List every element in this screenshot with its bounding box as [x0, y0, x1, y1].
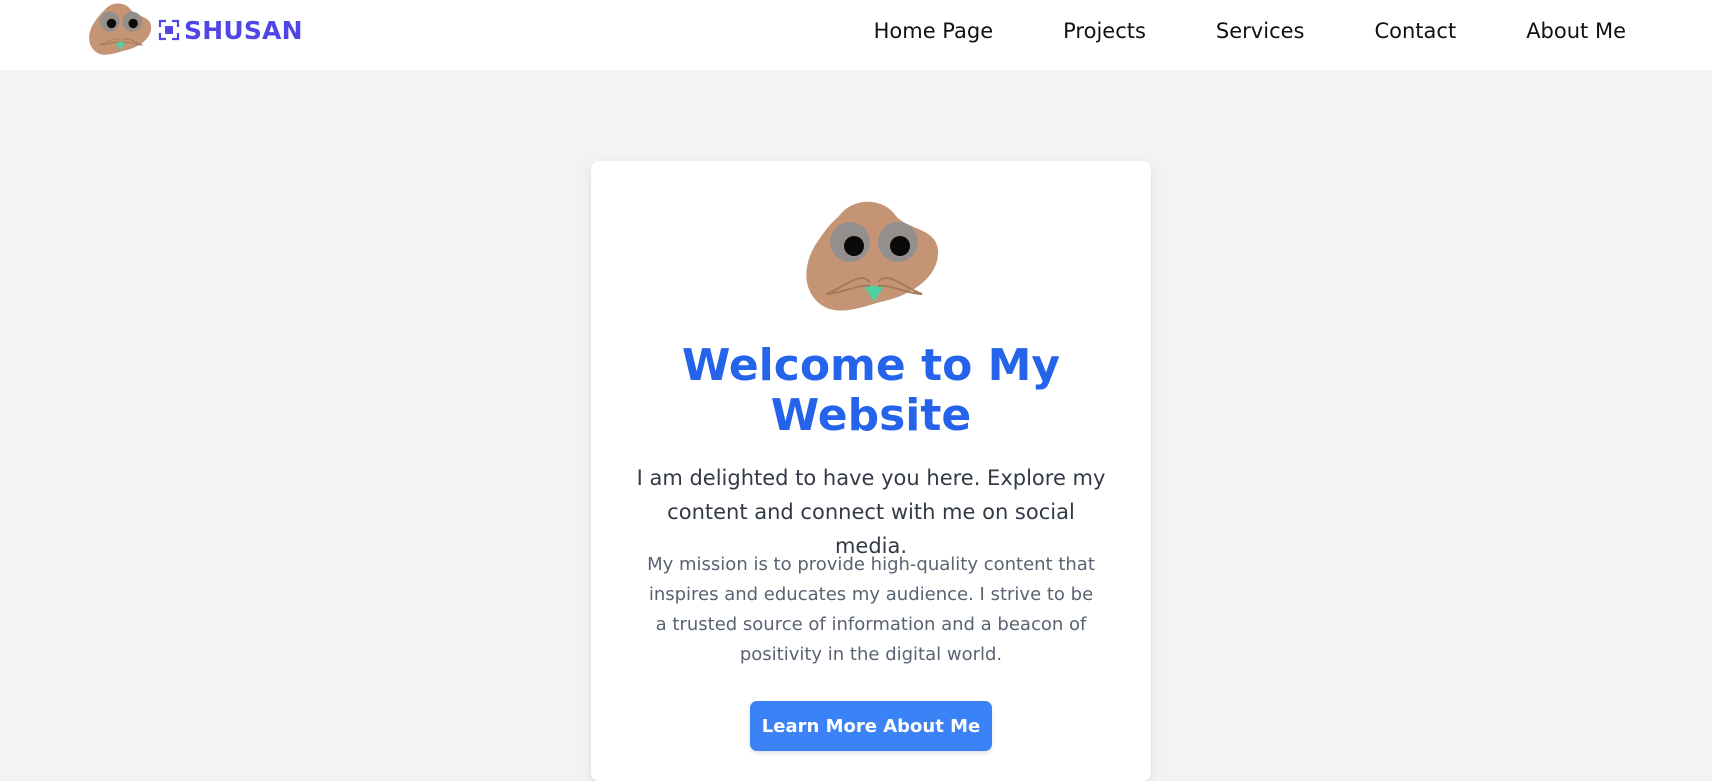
learn-more-button[interactable]: Learn More About Me	[750, 701, 992, 751]
navbar: SHUSAN Home Page Projects Services Conta…	[0, 0, 1712, 70]
cartoon-face-logo-icon[interactable]	[88, 0, 152, 60]
nav-contact[interactable]: Contact	[1374, 19, 1456, 43]
nav-services[interactable]: Services	[1216, 19, 1305, 43]
cartoon-face-avatar-icon	[806, 201, 939, 311]
scan-focus-icon	[158, 19, 180, 41]
brand-name[interactable]: SHUSAN	[184, 16, 303, 45]
nav-home-page[interactable]: Home Page	[874, 19, 994, 43]
nav-about-me[interactable]: About Me	[1526, 19, 1626, 43]
mission-text: My mission is to provide high-quality co…	[647, 554, 1095, 665]
main-nav: Home Page Projects Services Contact Abou…	[874, 0, 1626, 62]
page-title: Welcome to My Website	[681, 340, 1061, 441]
intro-text: I am delighted to have you here. Explore…	[636, 466, 1106, 558]
nav-projects[interactable]: Projects	[1063, 19, 1146, 43]
brand[interactable]: SHUSAN	[88, 0, 303, 60]
welcome-card: Welcome to My Website I am delighted to …	[591, 161, 1151, 781]
